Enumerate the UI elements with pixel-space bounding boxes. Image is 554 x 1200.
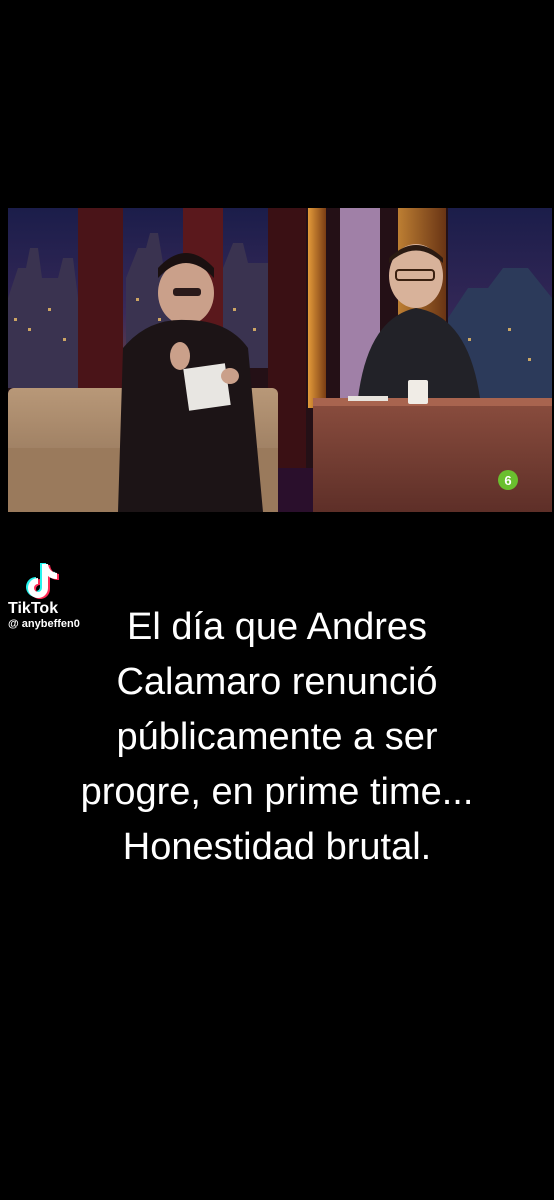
caption-line: Calamaro renunció xyxy=(116,661,438,703)
caption-line: Honestidad brutal. xyxy=(122,826,432,868)
caption-line: progre, en prime time... xyxy=(80,771,474,813)
video-still: 6 xyxy=(8,208,552,512)
video-player[interactable]: 6 xyxy=(8,208,552,512)
tiktok-watermark: TikTok @ anybeffen0 xyxy=(8,560,118,631)
tiktok-brand-label: TikTok xyxy=(8,600,59,617)
video-caption: El día que Andres Calamaro renunció públ… xyxy=(0,600,554,875)
caption-line: públicamente a ser xyxy=(116,716,438,758)
tiktok-handle-label: @ anybeffen0 xyxy=(8,618,80,630)
svg-text:6: 6 xyxy=(504,473,511,488)
tiktok-note-icon xyxy=(26,563,59,599)
